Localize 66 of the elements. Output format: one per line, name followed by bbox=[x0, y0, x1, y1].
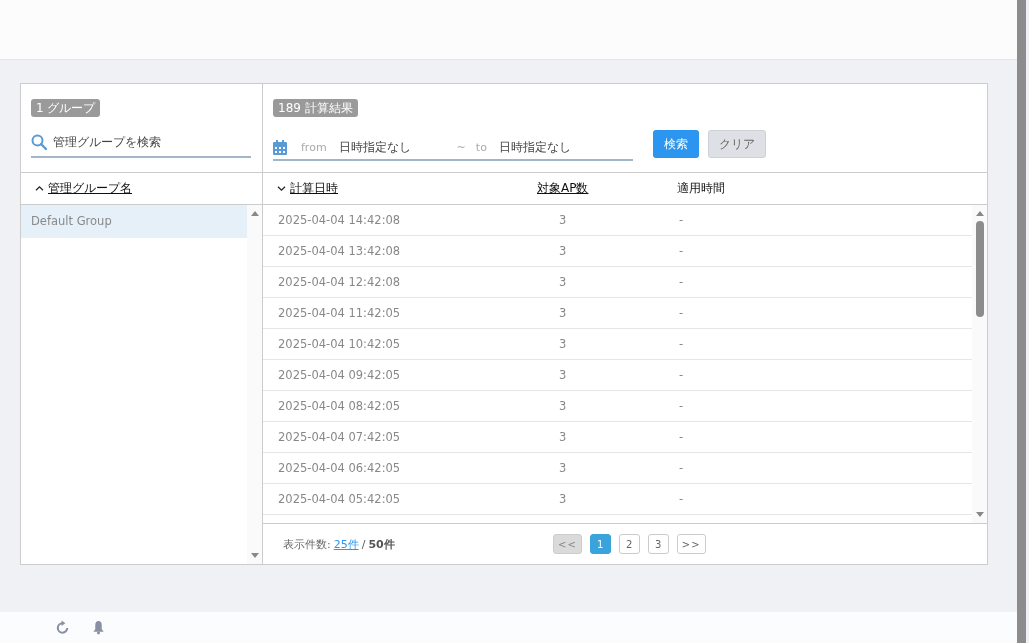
scrollbar-thumb[interactable] bbox=[975, 221, 984, 317]
table-cell-text: 3 bbox=[558, 213, 568, 227]
table-cell-text: 2025-04-04 14:42:08 bbox=[278, 213, 402, 227]
table-cell-text: - bbox=[679, 492, 685, 506]
page-button[interactable]: 2 bbox=[618, 534, 640, 554]
page-size-label: 表示件数: bbox=[283, 536, 331, 552]
table-cell-text: 3 bbox=[558, 275, 568, 289]
calendar-icon bbox=[273, 139, 287, 155]
sort-chevron-icon[interactable] bbox=[35, 185, 44, 192]
table-cell-text: 3 bbox=[558, 399, 568, 413]
column-header[interactable]: 管理グループ名 bbox=[48, 180, 132, 197]
result-count-badge: 189 計算結果 bbox=[273, 99, 358, 117]
table-cell-text: - bbox=[679, 213, 685, 227]
separator-text: / bbox=[361, 537, 366, 551]
table-cell-text: 2025-04-04 12:42:08 bbox=[278, 275, 402, 289]
table-cell-text: 3 bbox=[558, 461, 568, 475]
group-search-field[interactable]: 管理グループを検索 bbox=[31, 134, 251, 158]
group-count-badge: 1 グループ bbox=[31, 99, 101, 117]
page-size-link[interactable]: 25件 bbox=[333, 536, 359, 552]
table-cell-text: 3 bbox=[558, 244, 568, 258]
column-header[interactable]: 対象AP数 bbox=[537, 180, 589, 197]
table-cell-text: - bbox=[679, 399, 685, 413]
scroll-up-icon[interactable] bbox=[249, 209, 260, 217]
table-cell-text: 2025-04-04 09:42:05 bbox=[278, 368, 402, 382]
sort-chevron-icon[interactable] bbox=[277, 185, 286, 192]
table-cell-text: 2025-04-04 05:42:05 bbox=[278, 492, 402, 506]
table-cell-text: - bbox=[679, 337, 685, 351]
scroll-up-icon[interactable] bbox=[974, 209, 985, 217]
bell-icon[interactable] bbox=[92, 620, 105, 635]
total-count: 50件 bbox=[368, 536, 395, 552]
column-header: 適用時間 bbox=[677, 180, 725, 197]
table-cell-text: - bbox=[679, 368, 685, 382]
column-header[interactable]: 計算日時 bbox=[290, 180, 338, 197]
table-cell-text: 3 bbox=[558, 306, 568, 320]
table-cell-text: 3 bbox=[558, 430, 568, 444]
table-cell-text: - bbox=[679, 306, 685, 320]
table-cell-text: 2025-04-04 06:42:05 bbox=[278, 461, 402, 475]
page-button[interactable]: 3 bbox=[647, 534, 669, 554]
table-cell-text: 2025-04-04 07:42:05 bbox=[278, 430, 402, 444]
table-cell-text: 2025-04-04 11:42:05 bbox=[278, 306, 402, 320]
from-label: from bbox=[301, 140, 327, 154]
table-cell-text: 3 bbox=[558, 368, 568, 382]
table-cell-text: 2025-04-04 10:42:05 bbox=[278, 337, 402, 351]
table-cell-text: - bbox=[679, 461, 685, 475]
table-cell-text: 3 bbox=[558, 337, 568, 351]
table-cell-text: 2025-04-04 08:42:05 bbox=[278, 399, 402, 413]
group-list-item[interactable]: Default Group bbox=[21, 205, 247, 238]
scrollbar[interactable] bbox=[247, 205, 262, 564]
scrollbar[interactable] bbox=[972, 205, 987, 523]
table-cell-text: - bbox=[679, 275, 685, 289]
page-button[interactable]: 1 bbox=[589, 534, 611, 554]
scroll-down-icon[interactable] bbox=[974, 511, 985, 519]
page-scrollbar[interactable] bbox=[1017, 0, 1026, 643]
table-cell-text: - bbox=[679, 244, 685, 258]
search-icon bbox=[31, 134, 47, 150]
range-separator: ~ bbox=[456, 140, 466, 154]
to-label: to bbox=[475, 140, 487, 154]
date-range-field[interactable]: from 日時指定なし ~ to 日時指定なし bbox=[273, 139, 633, 161]
table-cell-text: - bbox=[679, 430, 685, 444]
table-cell-text: 3 bbox=[558, 492, 568, 506]
clear-button[interactable]: クリア bbox=[708, 130, 766, 158]
refresh-icon[interactable] bbox=[55, 620, 70, 635]
scroll-down-icon[interactable] bbox=[249, 552, 260, 560]
table-cell-text: 2025-04-04 13:42:08 bbox=[278, 244, 402, 258]
pagination-arrow-button[interactable]: >> bbox=[676, 534, 706, 554]
search-button[interactable]: 検索 bbox=[653, 130, 699, 158]
